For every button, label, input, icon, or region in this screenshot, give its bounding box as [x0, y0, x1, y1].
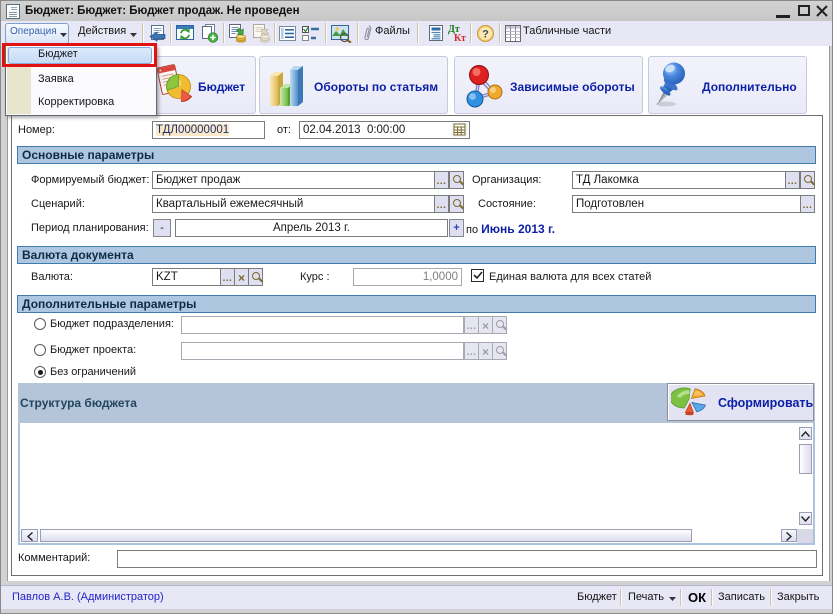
svg-text:?: ? — [482, 29, 489, 41]
